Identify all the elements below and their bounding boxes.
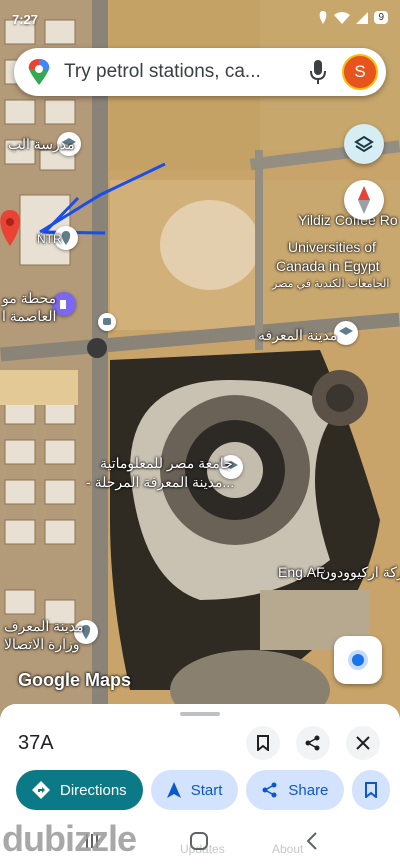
navigation-icon [166,782,181,798]
start-label: Start [190,781,223,799]
start-button[interactable]: Start [150,770,239,810]
save-button[interactable] [246,726,280,760]
share-chip-icon [262,782,277,798]
nile-university-label-1: جامعة مصر للمعلوماتية [100,455,233,471]
back-icon[interactable] [306,831,318,851]
status-bar: 7:27 9 [0,0,400,44]
compass-button[interactable] [344,180,384,220]
search-pin-icon [28,59,50,85]
status-icons: 9 [318,11,388,24]
search-placeholder[interactable]: Try petrol stations, ca... [64,61,308,83]
dubizzle-watermark: dubizzle [2,818,137,859]
share-icon-button[interactable] [296,726,330,760]
yildiz-label: Yildiz Coffee Ro [298,212,398,228]
directions-icon [32,781,50,799]
canada-ar-label: الجامعات الكندية في مصر [272,278,390,290]
maarefa-label: مدينة المعرفه [258,327,338,343]
share-icon [305,735,320,751]
directions-label: Directions [60,781,127,799]
location-status-icon [320,11,327,24]
universities-label: Universities of [288,239,376,255]
compass-icon [358,186,370,214]
place-title: 37A [18,732,54,754]
close-icon [356,736,370,750]
layers-icon [354,135,374,153]
station-label-1: محطة مو [2,290,57,306]
mic-icon[interactable] [308,59,328,85]
signal-icon [356,11,369,24]
ministry-label-2: وزارة الاتصالا [4,636,80,652]
battery-indicator: 9 [374,11,388,24]
home-icon[interactable] [190,832,208,850]
engaf-label: Eng.AF [278,564,325,580]
bookmark-chip-icon [365,782,378,798]
status-time: 7:27 [12,12,39,27]
canada-label: Canada in Egypt [276,258,380,274]
school-label: مدرسة الب [8,136,75,152]
bus-stop-icon[interactable] [98,313,116,331]
directions-button[interactable]: Directions [16,770,143,810]
engaf-ar-label: ركة اركيوودون [320,564,400,580]
station-label-2: العاصمة ا [2,308,57,324]
action-chips: Directions Start Share [16,770,391,810]
save-chip-button[interactable] [352,770,391,810]
layers-button[interactable] [344,124,384,164]
nile-university-label-2: - مدينة المعرفة المرحلة... [86,474,235,490]
avatar[interactable]: S [342,54,378,90]
search-bar[interactable]: Try petrol stations, ca... S [14,48,386,96]
sheet-drag-handle[interactable] [180,712,220,716]
about-link[interactable]: About [272,842,303,856]
my-location-button[interactable] [334,636,382,684]
share-button[interactable]: Share [246,770,345,810]
ministry-label-1: مدينة المعرف [4,618,84,634]
close-button[interactable] [346,726,380,760]
maarefa-poi-icon[interactable] [334,321,358,345]
google-maps-logo: Google Maps [18,670,132,690]
my-location-icon [352,654,364,666]
ntr-label: NTR [37,232,62,246]
share-label: Share [288,781,329,799]
wifi-icon [334,11,351,24]
bookmark-icon [257,735,269,751]
